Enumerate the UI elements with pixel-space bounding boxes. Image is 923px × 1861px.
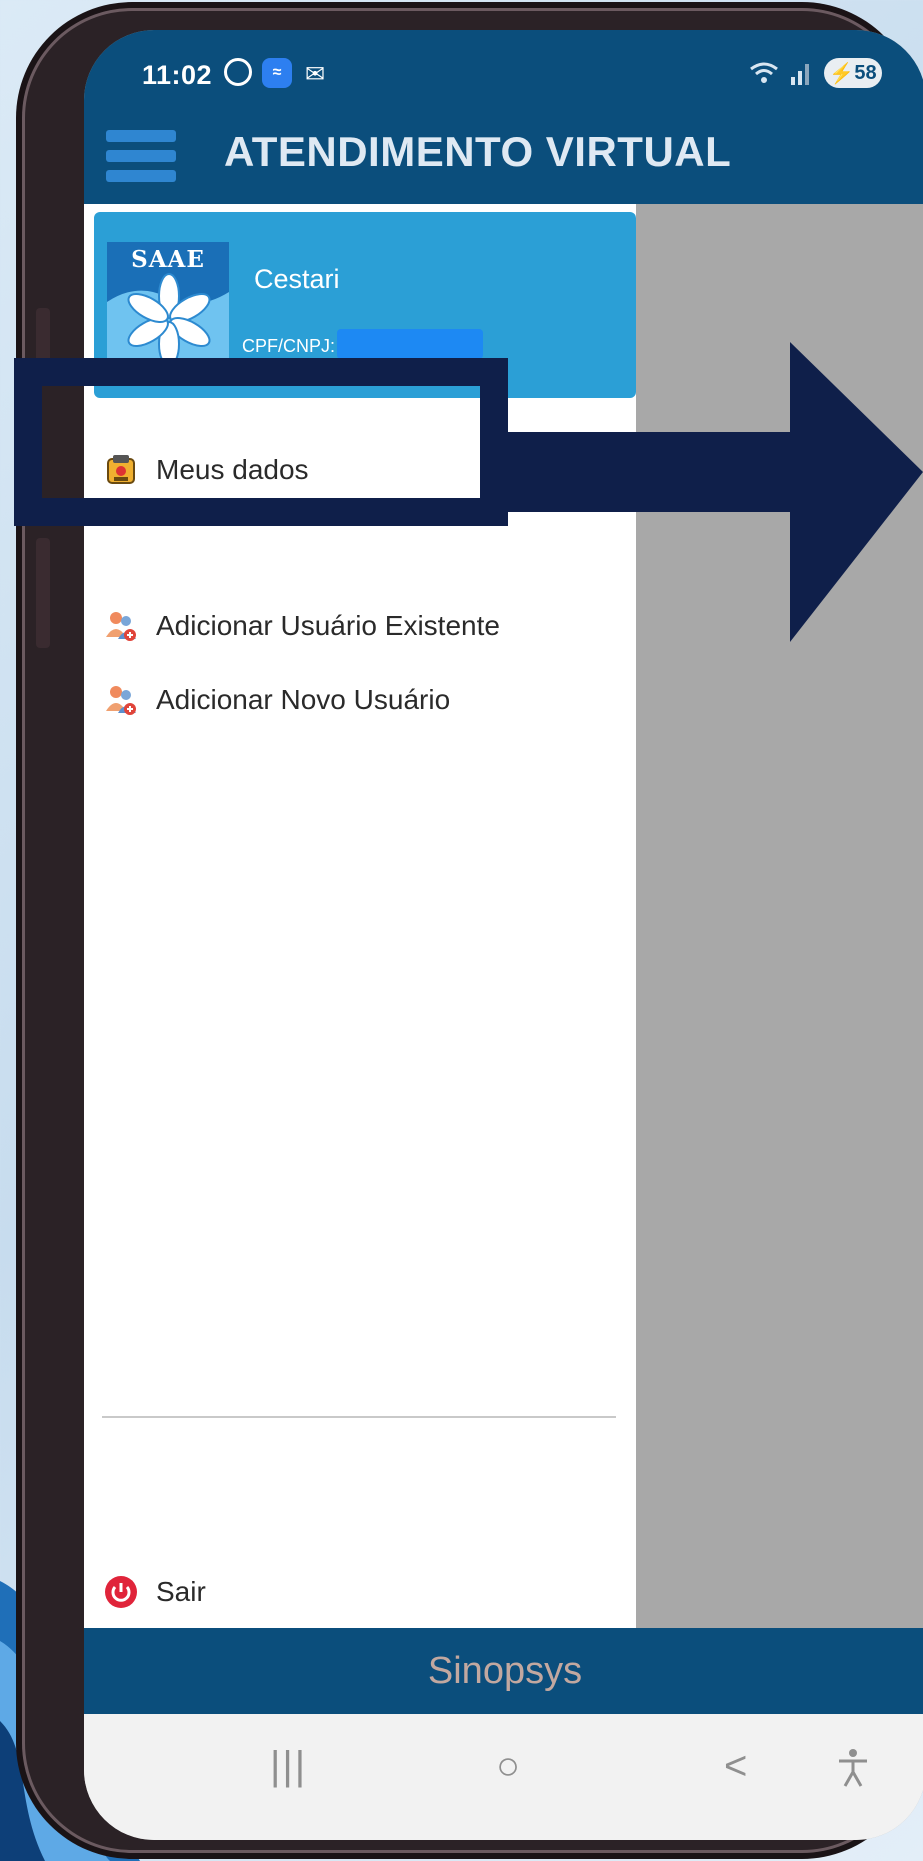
signal-icon — [789, 58, 811, 88]
add-users-icon — [104, 609, 138, 643]
saae-logo: SAAE — [107, 242, 229, 366]
app-notification-icon: ≈ — [262, 58, 292, 88]
menu-item-adicionar-novo-usuario[interactable]: Adicionar Novo Usuário — [104, 676, 450, 724]
power-icon — [104, 1575, 138, 1609]
system-nav-bar: ||| ○ < — [84, 1714, 923, 1840]
highlight-box — [14, 358, 508, 526]
back-button[interactable]: < — [724, 1744, 747, 1789]
home-button[interactable]: ○ — [496, 1744, 520, 1789]
recents-button[interactable]: ||| — [270, 1744, 307, 1789]
side-button — [36, 538, 50, 648]
phone-frame: 11:02 ≈ ✉ ⚡ 58 ATENDIMENTO VIRTUAL SAAE … — [22, 8, 923, 1853]
redaction-mark — [337, 329, 483, 359]
footer-brand: Sinopsys — [427, 1649, 583, 1692]
app-bar: ATENDIMENTO VIRTUAL — [84, 108, 923, 204]
app-title: ATENDIMENTO VIRTUAL — [224, 128, 732, 175]
drawer-divider — [102, 1416, 616, 1418]
battery-charging-icon: ⚡ 58 — [824, 58, 882, 88]
accessibility-icon[interactable] — [836, 1748, 870, 1798]
logo-text: SAAE — [131, 246, 205, 273]
wifi-icon — [749, 58, 779, 88]
pointer-arrow-icon — [480, 342, 923, 642]
whatsapp-icon — [224, 58, 252, 86]
hamburger-icon[interactable] — [106, 130, 176, 182]
menu-item-adicionar-usuario-existente[interactable]: Adicionar Usuário Existente — [104, 602, 500, 650]
menu-item-label: Sair — [156, 1576, 206, 1607]
gmail-icon: ✉ — [304, 60, 326, 88]
status-time: 11:02 — [142, 60, 213, 90]
menu-item-label: Adicionar Novo Usuário — [156, 684, 451, 715]
status-bar: 11:02 ≈ ✉ ⚡ 58 — [84, 30, 923, 108]
battery-level: 58 — [854, 61, 877, 84]
footer-bar: Sinopsys — [84, 1628, 923, 1714]
menu-item-label: Adicionar Usuário Existente — [156, 610, 500, 641]
profile-name: Cestari — [254, 264, 340, 294]
phone-screen: 11:02 ≈ ✉ ⚡ 58 ATENDIMENTO VIRTUAL SAAE … — [84, 30, 923, 1840]
menu-item-sair[interactable]: Sair — [104, 1568, 206, 1616]
add-users-icon — [104, 683, 138, 717]
